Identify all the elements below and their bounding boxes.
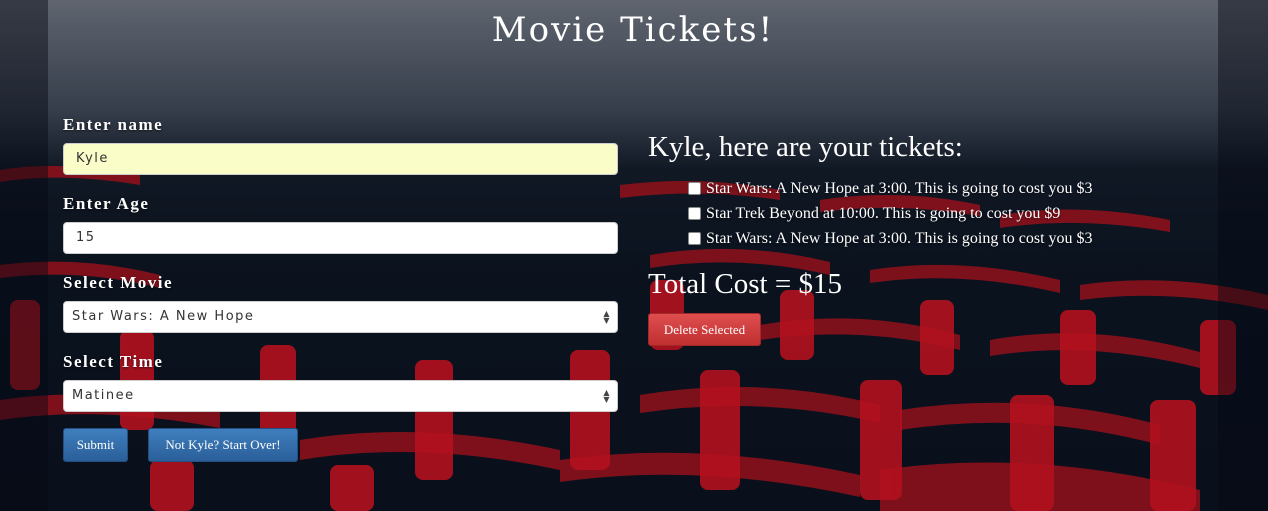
time-select[interactable]: Matinee ▲ ▼ (63, 380, 618, 412)
age-label: Enter Age (63, 194, 150, 213)
ticket-label: Star Wars: A New Hope at 3:00. This is g… (706, 179, 1093, 197)
movie-label: Select Movie (63, 273, 174, 292)
ticket-list: Star Wars: A New Hope at 3:00. This is g… (688, 176, 1093, 251)
page-title: Movie Tickets! (491, 10, 775, 50)
select-arrows-icon: ▲ ▼ (603, 388, 611, 404)
ticket-checkbox[interactable] (688, 207, 701, 220)
submit-button[interactable]: Submit (63, 428, 128, 462)
ticket-label: Star Wars: A New Hope at 3:00. This is g… (706, 229, 1093, 247)
total-cost: Total Cost = $15 (648, 268, 842, 300)
movie-select-value: Star Wars: A New Hope (72, 309, 255, 324)
name-input[interactable]: Kyle (63, 143, 618, 175)
ticket-item: Star Wars: A New Hope at 3:00. This is g… (688, 176, 1093, 201)
time-select-value: Matinee (72, 388, 135, 403)
name-label: Enter name (63, 115, 164, 134)
time-label: Select Time (63, 352, 164, 371)
select-arrows-icon: ▲ ▼ (603, 309, 611, 325)
ticket-checkbox[interactable] (688, 182, 701, 195)
left-gutter (0, 0, 48, 511)
ticket-item: Star Wars: A New Hope at 3:00. This is g… (688, 226, 1093, 251)
delete-selected-button[interactable]: Delete Selected (648, 313, 761, 346)
tickets-heading: Kyle, here are your tickets: (648, 131, 963, 163)
ticket-label: Star Trek Beyond at 10:00. This is going… (706, 204, 1061, 222)
right-gutter (1218, 0, 1268, 511)
start-over-button[interactable]: Not Kyle? Start Over! (148, 428, 298, 462)
ticket-checkbox[interactable] (688, 232, 701, 245)
ticket-item: Star Trek Beyond at 10:00. This is going… (688, 201, 1093, 226)
age-input[interactable]: 15 (63, 222, 618, 254)
movie-select[interactable]: Star Wars: A New Hope ▲ ▼ (63, 301, 618, 333)
